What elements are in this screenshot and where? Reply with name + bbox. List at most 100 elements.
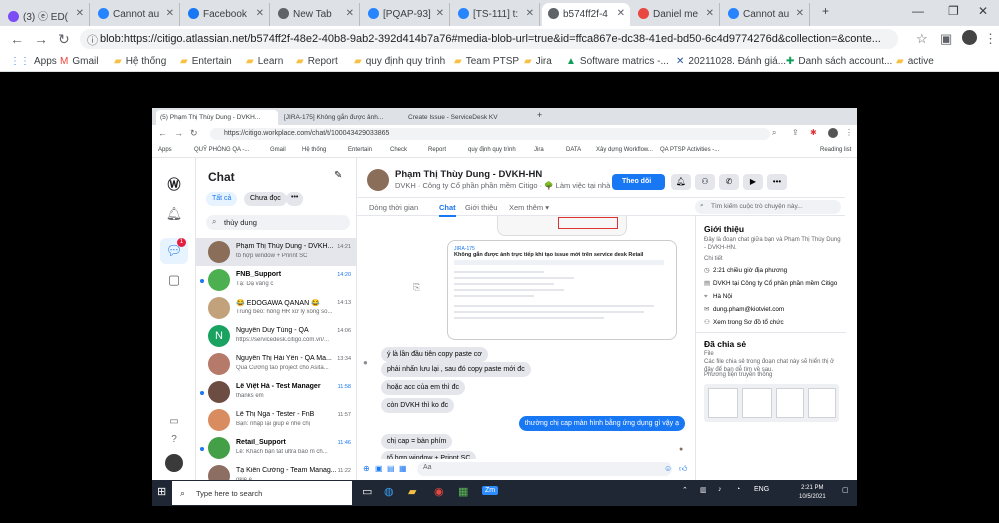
close-tab-icon[interactable]: ✕ [436,8,444,19]
message-bubble[interactable]: chị cap = bàn phím [381,434,453,449]
menu-icon[interactable]: ⋮ [984,31,997,47]
org-chart-link[interactable]: Xem trong Sơ đồ tổ chức [713,319,784,326]
message-bubble[interactable]: còn DVKH thì ko đc [381,398,455,413]
workplace-logo-icon[interactable]: Ⓦ [165,174,183,192]
notification-toggle-icon[interactable]: 🔔︎ [671,174,691,190]
taskbar-search-input[interactable]: ⌕ Type here to search [172,481,352,505]
more-options-icon[interactable]: ••• [767,174,787,190]
tab-more[interactable]: Xem thêm ▾ [509,203,549,212]
close-tab-icon[interactable]: ✕ [166,8,174,19]
outer-tab[interactable]: Daniel me ✕ [632,3,720,26]
notification-center-icon[interactable]: ▢ [842,486,849,494]
close-window-icon[interactable]: ✕ [978,4,988,18]
tray-chevron-icon[interactable]: ⌃ [682,486,688,494]
message-bubble[interactable]: phải nhấn lưu lại , sau đó copy paste mớ… [381,362,531,377]
media-thumbnails[interactable] [704,384,839,422]
minimize-icon[interactable]: — [912,4,924,18]
language-indicator[interactable]: ENG [754,486,769,493]
network-icon[interactable]: ◔ [736,486,740,493]
add-icon[interactable]: ⊕ [363,464,370,473]
back-icon[interactable]: ← [10,31,24,47]
media-thumbnail[interactable] [776,388,804,418]
chat-search-input[interactable]: ⌕ thùy dung [206,215,350,230]
shared-image-partial[interactable] [497,216,627,236]
help-icon[interactable]: ? [165,434,183,452]
outer-tab[interactable]: b574ff2f-4 ✕ [542,3,630,26]
address-bar[interactable]: ⓘ blob:https://citigo.atlassian.net/b574… [80,29,898,49]
user-avatar[interactable] [165,454,183,472]
sticker-icon[interactable]: ▤ [387,464,395,473]
people-icon[interactable]: ⚇ [695,174,715,190]
excel-icon[interactable]: ▦ [458,485,468,498]
task-view-icon[interactable]: ▭ [362,485,372,498]
chat-list-item[interactable]: Nguyễn Thị Hải Yến - QA Ma... Qua Cương … [196,350,356,378]
video-call-icon[interactable]: ▶ [743,174,763,190]
message-bubble[interactable]: ý là lần đầu tiên copy paste cơ [381,347,488,362]
sidepanel-icon[interactable]: ▣ [940,31,952,47]
system-clock[interactable]: 2:21 PM 10/5/2021 [799,484,826,502]
chat-list-item[interactable]: N Nguyễn Duy Tùng - QA https://servicede… [196,322,356,350]
like-icon[interactable]: 👍︎ [679,464,687,474]
chat-list-item[interactable]: Phạm Thị Thùy Dung - DVKH... tổ hợp wind… [196,238,356,266]
new-message-icon[interactable]: ✎ [334,170,342,181]
outer-tab[interactable]: [PQAP-93] ✕ [362,3,450,26]
bookmark-item[interactable]: ▰ Hệ thống [114,56,166,67]
outer-tab[interactable]: Cannot au ✕ [92,3,180,26]
media-thumbnail[interactable] [708,388,738,418]
bookmark-item[interactable]: M Gmail [60,56,98,67]
call-icon[interactable]: ✆ [719,174,739,190]
bookmark-item[interactable]: ✕ 20211028. Đánh giá... [676,56,786,67]
close-tab-icon[interactable]: ✕ [76,8,84,19]
image-icon[interactable]: ▣ [375,464,383,473]
outer-tab[interactable]: [TS-111] t: ✕ [452,3,540,26]
chat-rail-icon[interactable]: 💬︎ 1 [160,238,188,264]
bookmark-item[interactable]: ✚ Danh sách account... [786,56,892,67]
groups-icon[interactable]: ▢ [165,272,183,290]
chat-list-item[interactable]: 😂 EDOGAWA QANAN 😂 Trung béo: hông HR xử … [196,294,356,322]
bookmark-item[interactable]: ▰ Team PTSP [454,56,519,67]
message-input[interactable]: Aa [417,462,672,476]
media-thumbnail[interactable] [742,388,772,418]
email[interactable]: dung.pham@kiotviet.com [713,306,784,313]
forward-icon[interactable]: → [34,31,48,47]
volume-icon[interactable]: ♪ [718,486,722,493]
new-tab-button[interactable]: + [822,4,829,18]
outer-tab[interactable]: Facebook ✕ [182,3,270,26]
bookmark-item[interactable]: ▲ Software matrics -... [566,56,669,67]
contact-name[interactable]: Phạm Thị Thùy Dung - DVKH-HN [395,169,542,180]
close-tab-icon[interactable]: ✕ [346,8,354,19]
close-tab-icon[interactable]: ✕ [526,8,534,19]
shared-image[interactable]: JIRA-175 Không gắn được ảnh trực tiếp kh… [447,240,677,340]
message-bubble[interactable]: thường chị cap màn hình bằng ứng dụng gì… [518,416,685,431]
emoji-icon[interactable]: ☺ [664,464,672,473]
star-icon[interactable]: ☆ [916,31,928,47]
outer-tab[interactable]: Cannot au ✕ [722,3,810,26]
profile-avatar[interactable] [962,30,977,45]
chat-list-item[interactable]: FNB_Support Tạ: Dạ vâng c 14:20 [196,266,356,294]
gif-icon[interactable]: ▦ [399,464,407,473]
outer-tab[interactable]: New Tab ✕ [272,3,360,26]
tab-about[interactable]: Giới thiệu [465,203,497,212]
chrome-icon[interactable]: ◉ [434,485,444,498]
bookmark-item[interactable]: ▰ Report [296,56,338,67]
close-tab-icon[interactable]: ✕ [706,8,714,19]
chat-list-item[interactable]: Lê Việt Hà - Test Manager thanks em 11:5… [196,378,356,406]
message-bubble[interactable]: hoặc acc của em thì đc [381,380,465,395]
filter-unread-tab[interactable]: Chưa đọc [244,192,287,206]
contact-avatar[interactable] [367,169,389,191]
message-bubble[interactable]: tổ hợp window + Prinnt SC [381,451,477,459]
tab-timeline[interactable]: Dòng thời gian [369,203,418,212]
filter-all-tab[interactable]: Tất cả [206,192,238,206]
bookmark-item[interactable]: ▰ Entertain [180,56,232,67]
bookmark-item[interactable]: ⋮⋮ Apps [10,56,57,67]
restore-icon[interactable]: ❐ [948,4,959,18]
bookmark-item[interactable]: ▰ Jira [524,56,552,67]
more-filters-icon[interactable]: ••• [286,192,304,206]
notifications-bell-icon[interactable]: 🔔︎ [165,206,183,224]
org-chart-row[interactable]: ⚇ Xem trong Sơ đồ tổ chức [704,319,784,326]
share-icon[interactable]: ⎘ [413,282,420,293]
file-explorer-icon[interactable]: ▰ [408,485,416,498]
bookmark-item[interactable]: ▰ active [896,56,934,67]
conversation-search-input[interactable]: ⌕ Tìm kiếm cuộc trò chuyện này... [695,200,841,214]
follow-button[interactable]: Theo dõi [612,174,665,190]
